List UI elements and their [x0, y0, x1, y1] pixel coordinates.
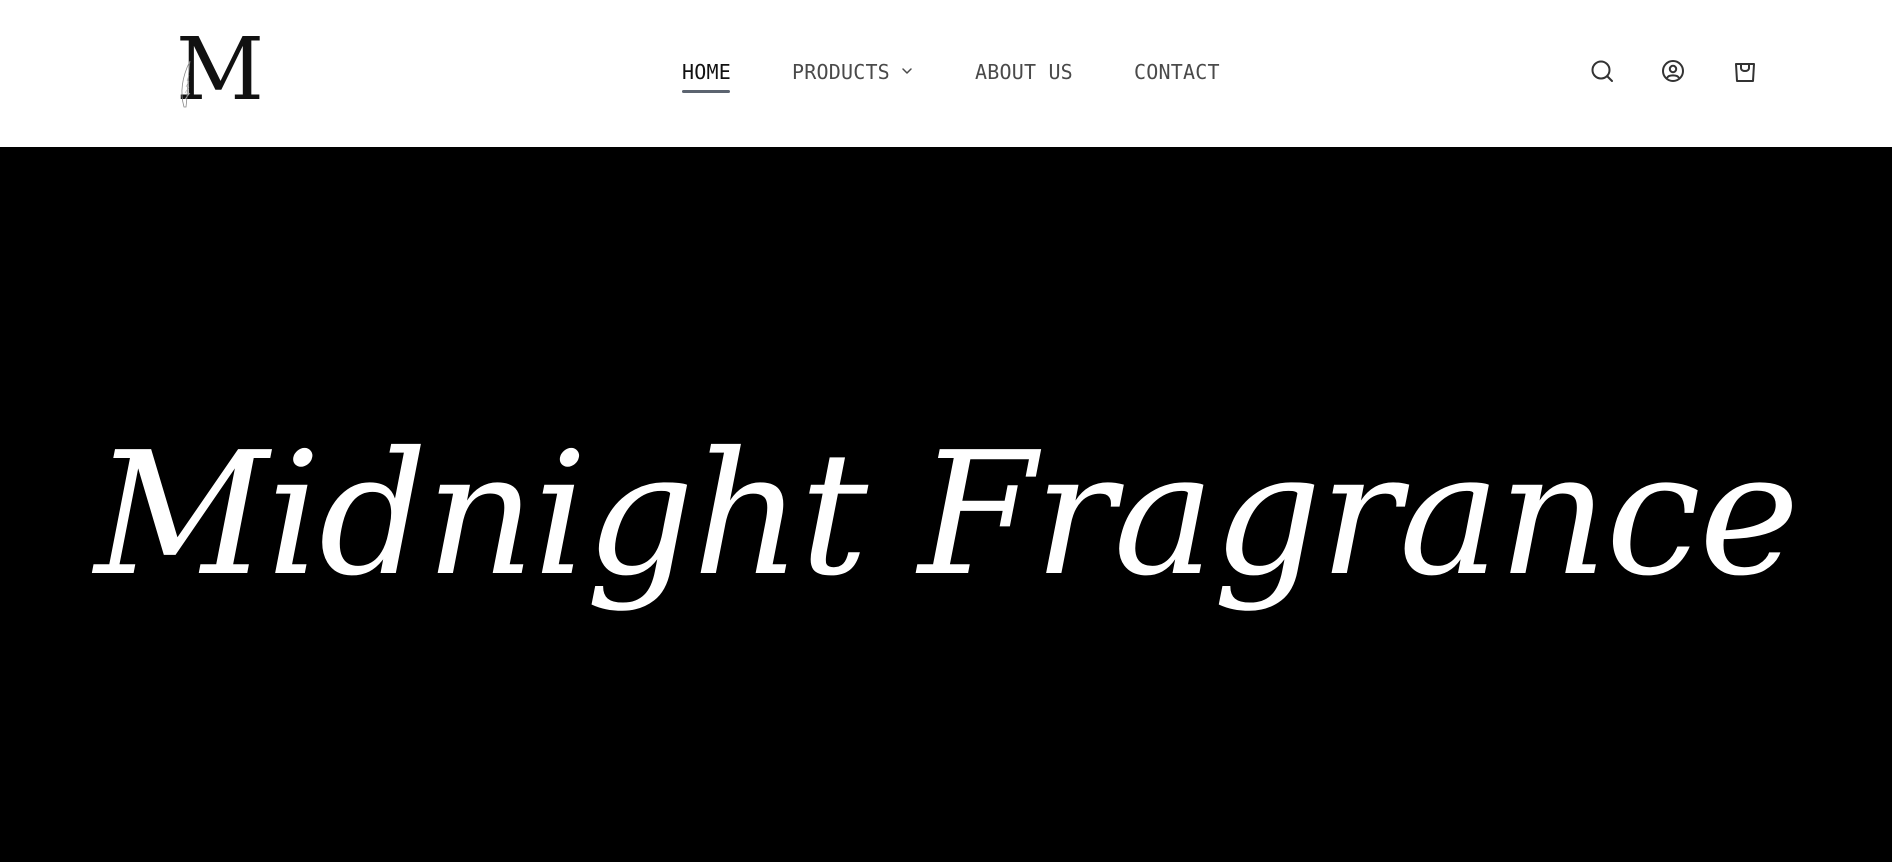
nav-contact[interactable]: CONTACT: [1134, 58, 1220, 86]
hero-section: Midnight Fragrance: [0, 147, 1892, 862]
hero-title: Midnight Fragrance: [94, 416, 1799, 614]
nav-home-label: HOME: [682, 60, 731, 84]
site-logo[interactable]: M: [176, 27, 264, 113]
search-icon: [1591, 60, 1613, 82]
nav-active-underline: [682, 90, 730, 93]
logo-feather-icon: [181, 60, 191, 108]
nav-products-label: PRODUCTS: [792, 60, 890, 84]
nav-about-us[interactable]: ABOUT US: [975, 58, 1073, 86]
chevron-down-icon: [902, 68, 912, 74]
nav-products[interactable]: PRODUCTS: [792, 58, 914, 86]
site-header: M HOME PRODUCTS ABOUT US CONTACT: [0, 0, 1892, 147]
account-button[interactable]: [1660, 58, 1686, 84]
search-button[interactable]: [1589, 58, 1615, 84]
account-icon: [1662, 60, 1684, 82]
cart-icon: [1735, 63, 1755, 82]
nav-contact-label: CONTACT: [1134, 60, 1220, 84]
nav-home[interactable]: HOME: [682, 58, 731, 93]
nav-about-us-label: ABOUT US: [975, 60, 1073, 84]
cart-button[interactable]: [1732, 58, 1758, 84]
